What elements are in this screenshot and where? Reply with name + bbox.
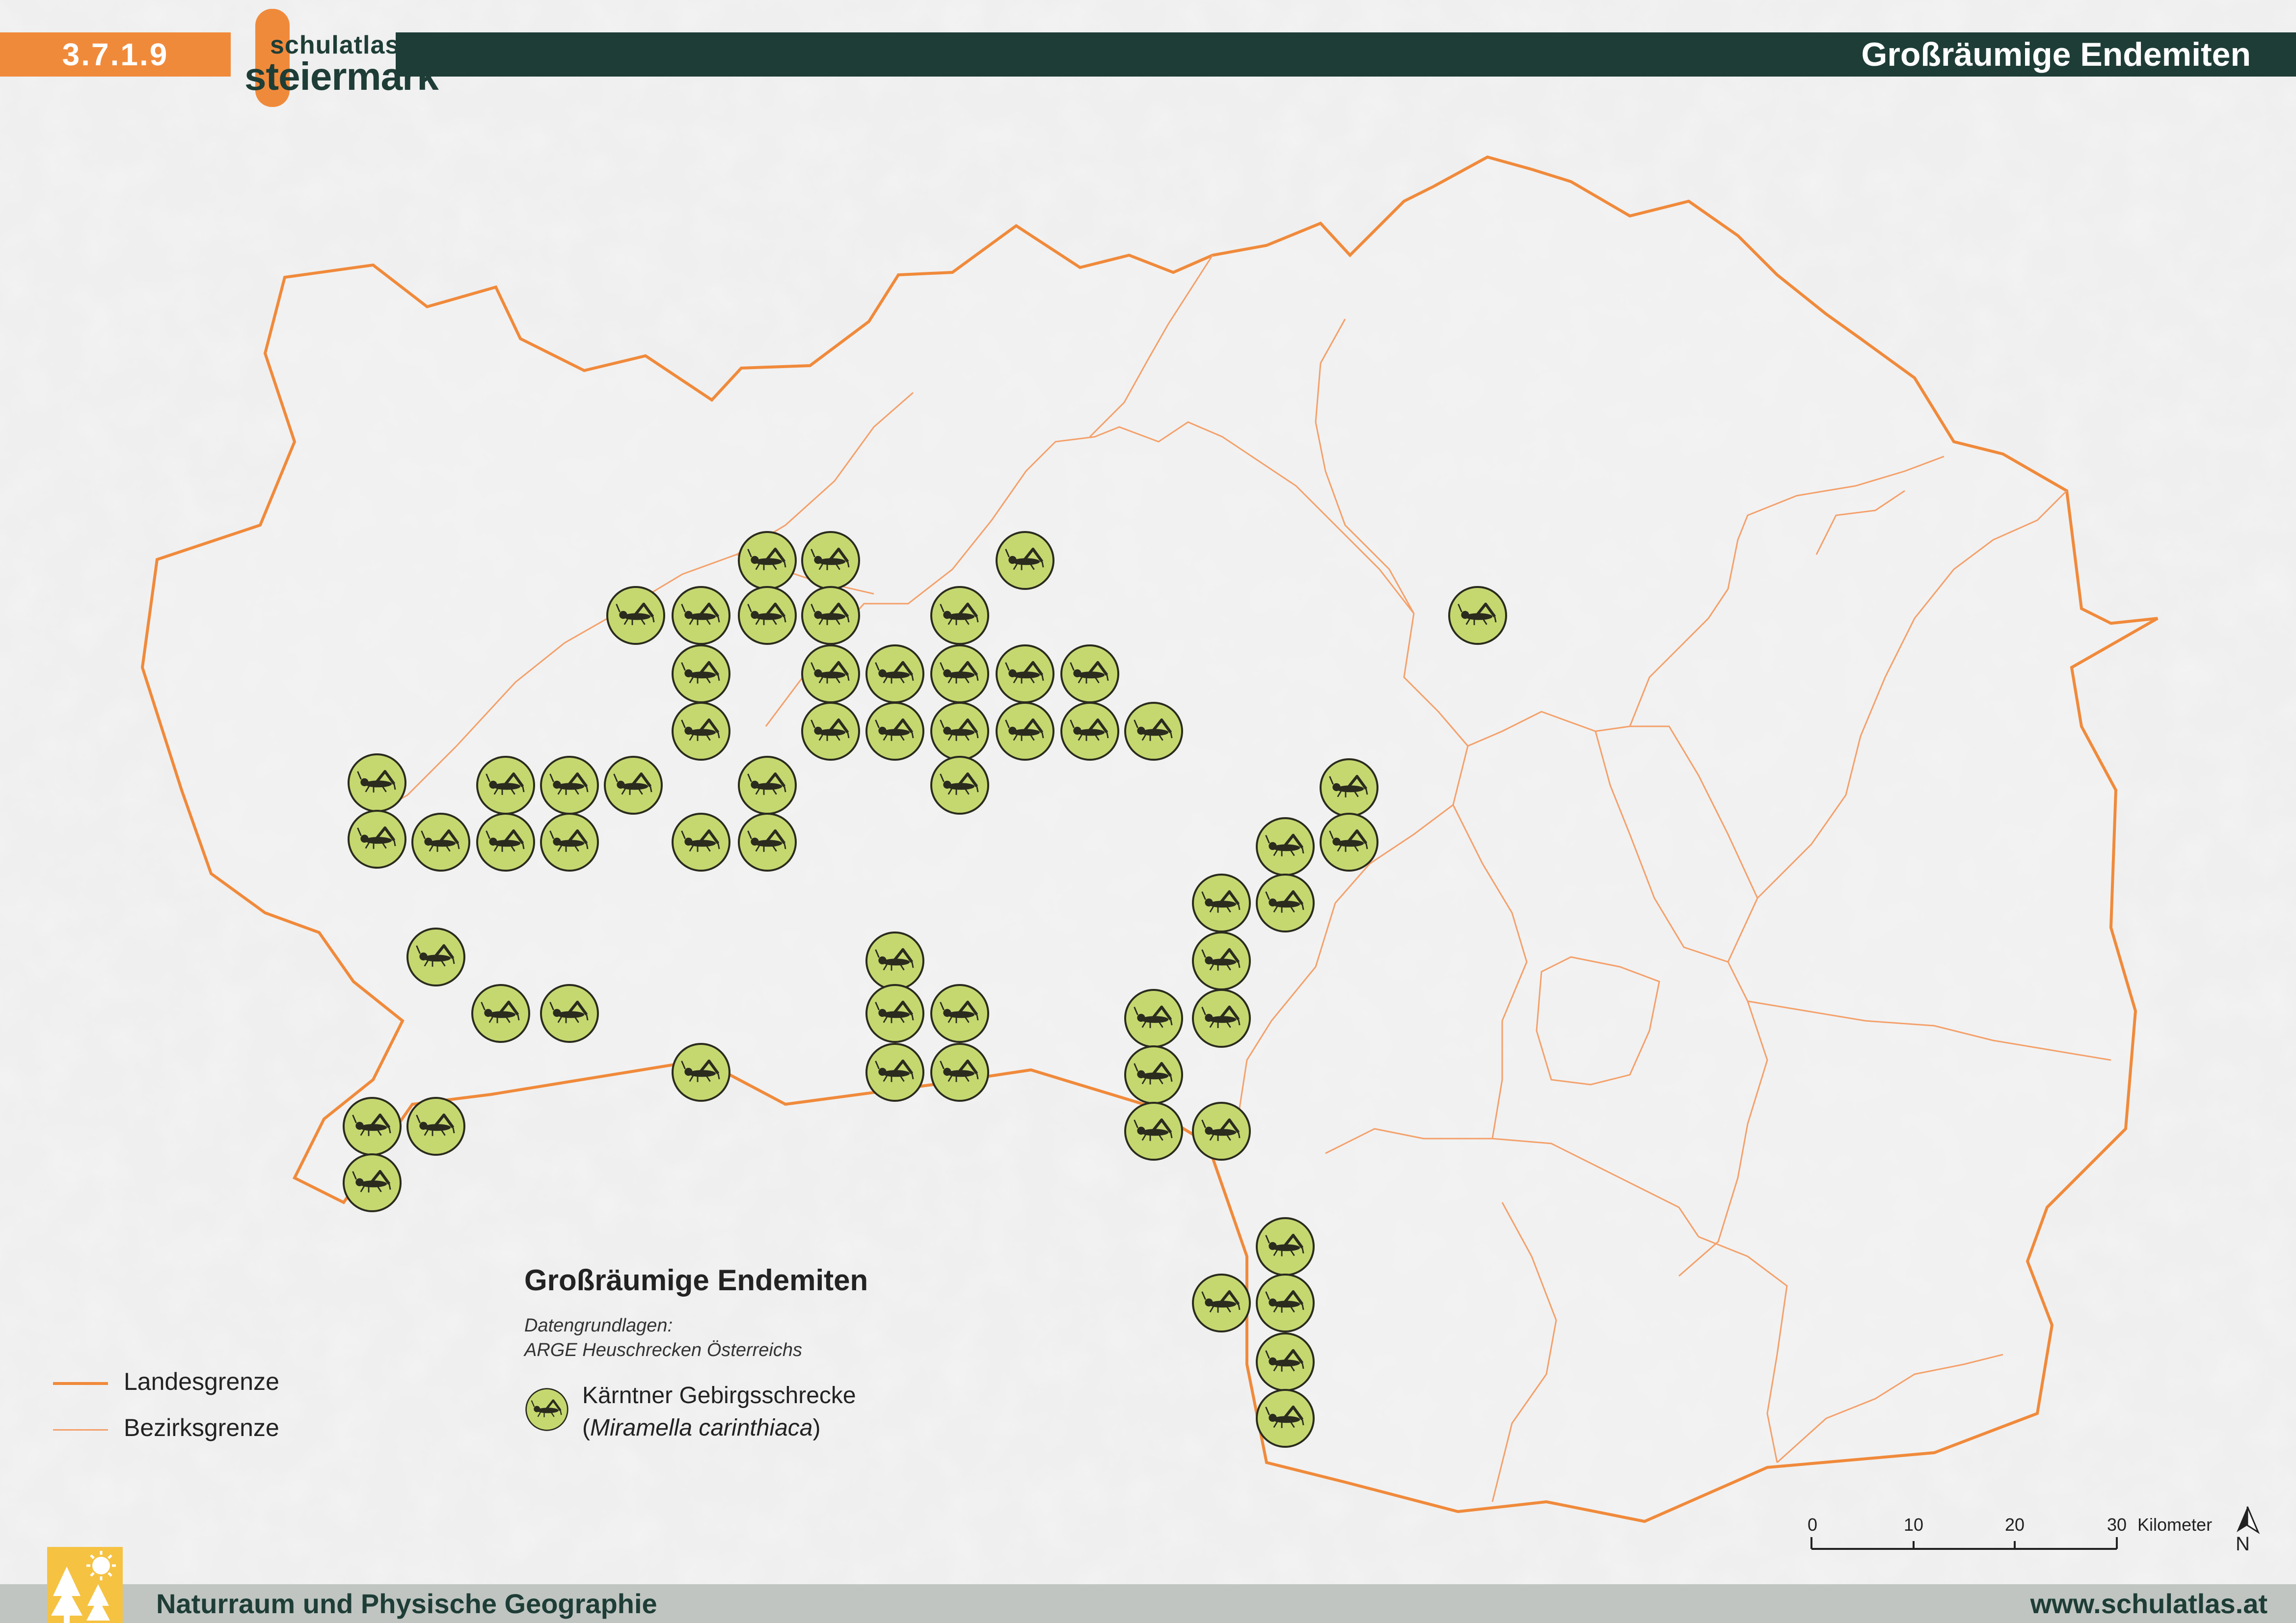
grasshopper-icon: [1192, 931, 1251, 990]
grasshopper-icon: [604, 756, 663, 815]
grasshopper-icon: [930, 586, 989, 645]
legend-source-value: ARGE Heuschrecken Österreichs: [524, 1340, 802, 1360]
grasshopper-icon: [471, 984, 530, 1043]
grasshopper-icon: [1060, 644, 1119, 703]
legend-title: Großräumige Endemiten: [524, 1264, 868, 1297]
grasshopper-icon: [996, 702, 1054, 761]
grasshopper-icon: [1192, 874, 1251, 932]
grasshopper-icon: [1320, 758, 1378, 817]
grasshopper-icon: [801, 644, 860, 703]
grasshopper-icon: [738, 813, 797, 872]
grasshopper-icon: [1124, 1045, 1183, 1104]
grasshopper-icon: [1124, 989, 1183, 1048]
grasshopper-icon: [606, 586, 665, 645]
grasshopper-icon: [801, 586, 860, 645]
grasshopper-icon: [930, 1043, 989, 1102]
grasshopper-icon: [348, 753, 406, 812]
grasshopper-icon: [996, 644, 1054, 703]
scale-tick-20: 20: [2005, 1515, 2025, 1535]
grasshopper-icon: [540, 813, 599, 872]
grasshopper-icon: [476, 756, 535, 815]
grasshopper-icon: [930, 644, 989, 703]
grasshopper-icon: [1320, 813, 1378, 872]
grasshopper-icon: [540, 756, 599, 815]
grasshopper-icon: [738, 531, 797, 590]
grasshopper-icon: [348, 810, 406, 869]
scale-tick-0: 0: [1808, 1515, 1818, 1535]
grasshopper-icon: [1192, 1102, 1251, 1161]
grasshopper-icon: [1256, 1389, 1315, 1448]
grasshopper-icon: [1256, 1217, 1315, 1276]
legend-species-latin-line: (Miramella carinthiaca): [582, 1415, 821, 1441]
north-label: N: [2236, 1533, 2250, 1555]
legend-source-label: Datengrundlagen:: [524, 1315, 673, 1336]
grasshopper-icon: [406, 928, 465, 986]
grasshopper-icon: [540, 984, 599, 1043]
legend-state-label: Landesgrenze: [124, 1368, 279, 1395]
scale-unit: Kilometer: [2137, 1515, 2213, 1535]
grasshopper-icon: [996, 531, 1054, 590]
grasshopper-icon: [343, 1097, 402, 1156]
grasshopper-icon: [1256, 1274, 1315, 1332]
page-title: Großräumige Endemiten: [1861, 36, 2251, 73]
grasshopper-icon: [343, 1153, 402, 1212]
grasshopper-icon: [865, 1043, 924, 1102]
grasshopper-icon: [672, 1043, 730, 1102]
legend-line-district: [53, 1429, 108, 1431]
grasshopper-icon: [1060, 702, 1119, 761]
schulatlas-logo: schulatlas steiermark: [241, 9, 439, 107]
grasshopper-icon: [1124, 1102, 1183, 1161]
grasshopper-icon: [476, 813, 535, 872]
grasshopper-icon: [525, 1388, 568, 1431]
grasshopper-icon: [672, 644, 730, 703]
grasshopper-icon: [1124, 702, 1183, 761]
grasshopper-icon: [411, 813, 470, 872]
grasshopper-icon: [865, 702, 924, 761]
footer-topic: Naturraum und Physische Geographie: [156, 1588, 657, 1619]
grasshopper-icon: [865, 931, 924, 990]
grasshopper-icon: [1192, 989, 1251, 1048]
legend-species-common: Kärntner Gebirgsschrecke: [582, 1383, 856, 1409]
grasshopper-icon: [406, 1097, 465, 1156]
grasshopper-icon: [801, 531, 860, 590]
sheet-number: 3.7.1.9: [0, 32, 231, 77]
nature-icon: [47, 1547, 123, 1623]
grasshopper-icon: [672, 586, 730, 645]
grasshopper-icon: [930, 756, 989, 815]
grasshopper-icon: [1256, 817, 1315, 876]
map: [0, 0, 2296, 1623]
scale-tick-10: 10: [1904, 1515, 1924, 1535]
grasshopper-icon: [930, 702, 989, 761]
grasshopper-icon: [738, 756, 797, 815]
grasshopper-icon: [1256, 874, 1315, 932]
grasshopper-icon: [865, 644, 924, 703]
legend-line-state: [53, 1382, 108, 1385]
legend-district-label: Bezirksgrenze: [124, 1414, 279, 1441]
grasshopper-icon: [672, 813, 730, 872]
grasshopper-icon: [1448, 586, 1507, 645]
legend-species-latin: Miramella carinthiaca: [590, 1415, 813, 1441]
grasshopper-icon: [865, 984, 924, 1043]
scale-tick-30: 30: [2107, 1515, 2127, 1535]
footer-website[interactable]: www.schulatlas.at: [2030, 1584, 2268, 1623]
grasshopper-icon: [801, 702, 860, 761]
grasshopper-icon: [738, 586, 797, 645]
grasshopper-icon: [672, 702, 730, 761]
grasshopper-icon: [1256, 1332, 1315, 1391]
grasshopper-icon: [930, 984, 989, 1043]
grasshopper-icon: [1192, 1274, 1251, 1332]
